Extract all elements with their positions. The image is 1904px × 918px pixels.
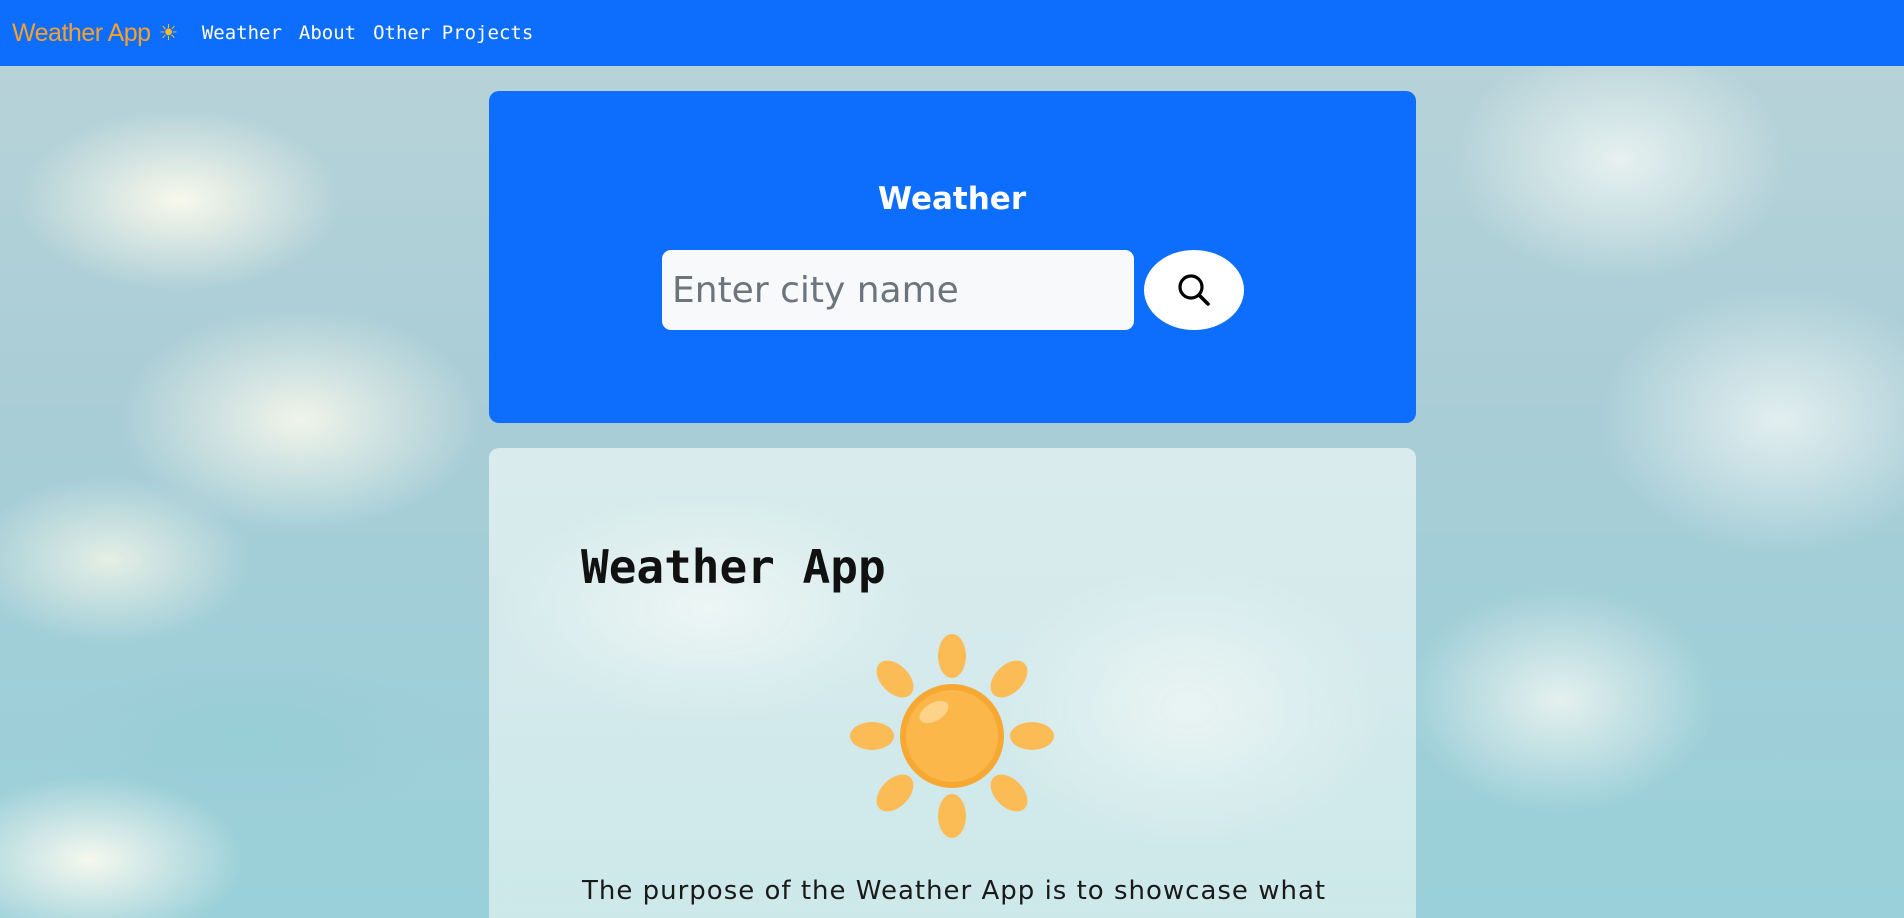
sun-illustration xyxy=(850,634,1054,838)
about-description: The purpose of the Weather App is to sho… xyxy=(582,876,1327,906)
nav-link-weather[interactable]: Weather xyxy=(202,22,282,44)
nav-link-about[interactable]: About xyxy=(299,22,356,44)
brand-link[interactable]: Weather App ☀ xyxy=(12,19,178,48)
search-button[interactable] xyxy=(1144,250,1244,330)
magnifier-icon xyxy=(1178,274,1210,306)
search-title: Weather xyxy=(877,181,1027,217)
city-search-input[interactable] xyxy=(662,250,1134,330)
about-title: Weather App xyxy=(581,540,886,594)
nav-link-other-projects[interactable]: Other Projects xyxy=(373,22,533,44)
brand-text: Weather App xyxy=(12,18,151,47)
sun-icon: ☀ xyxy=(158,20,179,45)
navbar: Weather App ☀ Weather About Other Projec… xyxy=(0,0,1904,66)
